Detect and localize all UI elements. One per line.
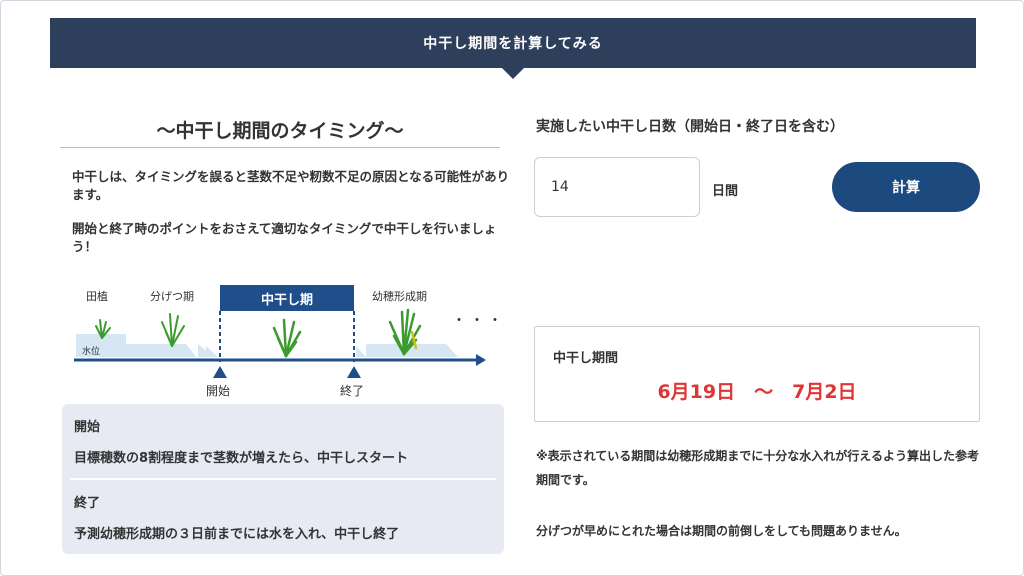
timing-title-divider: [60, 147, 500, 148]
days-unit-label: 日間: [712, 184, 739, 199]
end-point-title: 終了: [74, 496, 101, 511]
result-box: 中干し期間 6月19日 ～ 7月2日: [534, 326, 980, 422]
end-marker-icon: [347, 366, 361, 378]
water-level-label: 水位: [82, 347, 101, 357]
rice-nakaboshi-icon: [272, 318, 302, 358]
end-point-text: 予測幼穂形成期の３日前までには水を入れ、中干し終了: [74, 527, 400, 542]
start-marker-label: 開始: [206, 384, 231, 398]
page-header: 中干し期間を計算してみる: [50, 18, 976, 68]
timing-description-2: 開始と終了時のポイントをおさえて適切なタイミングで中干しを行いましょう！: [72, 221, 497, 254]
timing-title: ～中干し期間のタイミング～: [156, 120, 404, 142]
points-divider: [70, 478, 496, 480]
days-input-label: 実施したい中干し日数（開始日・終了日を含む）: [536, 119, 844, 135]
timeline-arrow-icon: [476, 354, 486, 366]
days-input[interactable]: [534, 157, 700, 217]
end-marker-label: 終了: [340, 384, 365, 398]
start-point-title: 開始: [74, 420, 101, 435]
start-marker-icon: [213, 366, 227, 378]
rice-tillering-icon: [161, 313, 185, 347]
timing-description-1: 中干しは、タイミングを誤ると茎数不足や籾数不足の原因となる可能性があります。: [72, 169, 510, 202]
start-point-text: 目標穂数の8割程度まで茎数が増えたら、中干しスタート: [74, 451, 409, 466]
note-reference-period: ※表示されている期間は幼穂形成期までに十分な水入れが行えるよう算出した参考期間で…: [536, 449, 979, 487]
header-arrow-icon: [502, 68, 524, 79]
header-title: 中干し期間を計算してみる: [423, 36, 603, 52]
result-period-value: 6月19日 ～ 7月2日: [657, 381, 857, 403]
note-early-tillering: 分げつが早めにとれた場合は期間の前倒しをしても問題ありません。: [536, 524, 907, 538]
growth-stage-diagram: 田植 分げつ期 中干し期 幼穂形成期 ・・・ 水位 開始 終了: [66, 282, 506, 402]
result-title: 中干し期間: [553, 351, 619, 366]
calculate-button[interactable]: 計算: [832, 162, 980, 212]
diagram-graphic: [74, 308, 486, 378]
timing-points-box: 開始 目標穂数の8割程度まで茎数が増えたら、中干しスタート 終了 予測幼穂形成期…: [62, 404, 504, 554]
